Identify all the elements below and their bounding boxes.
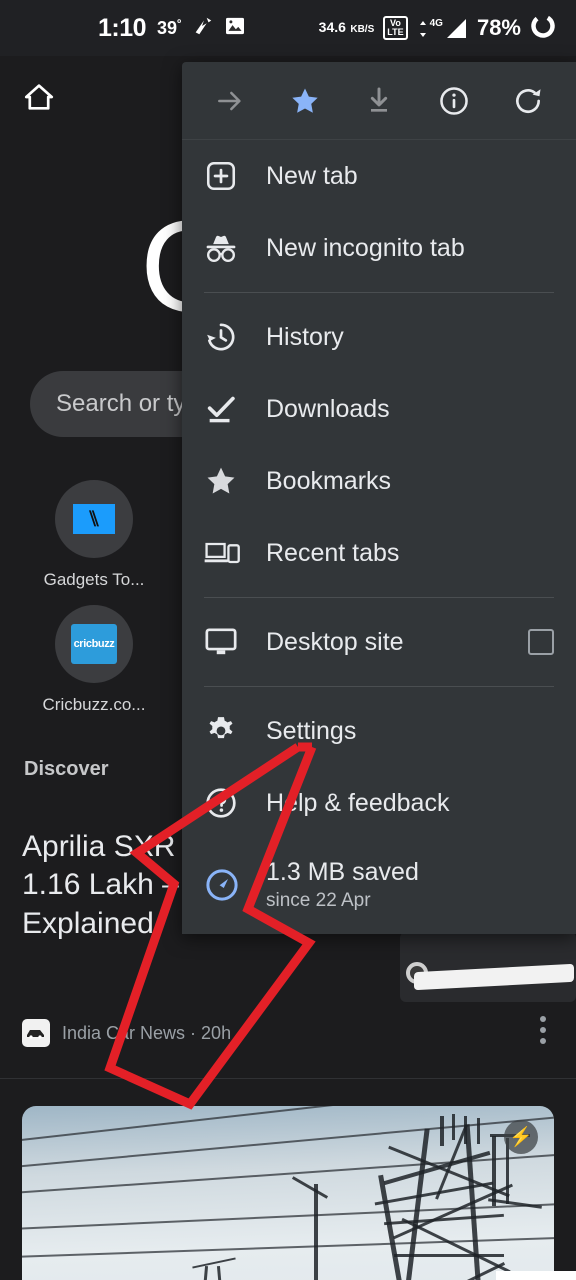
menu-item-label: Desktop site [266,627,404,656]
menu-item-new-incognito-tab[interactable]: New incognito tab [182,212,576,284]
help-circle-icon [204,786,256,820]
menu-item-label: History [266,322,344,351]
battery-ring-icon [530,13,556,44]
feed-divider [0,1078,576,1079]
status-bar: 1:10 39º 34.6 KB/S Vo LTE 4G 78% [0,0,576,56]
menu-divider [204,292,554,293]
feed-photo-card[interactable]: ⚡ [22,1106,554,1280]
status-bar-left: 1:10 39º [98,14,245,43]
menu-item-label: New tab [266,161,358,190]
menu-toolbar [182,62,576,140]
signal-icon: 4G [417,18,468,39]
kebab-dot [540,1016,546,1022]
phone-screen: 1:10 39º 34.6 KB/S Vo LTE 4G 78% Search … [0,0,576,1280]
discover-heading: Discover [24,758,109,780]
thumbnail-detail [414,963,574,991]
menu-item-label: New incognito tab [266,233,465,262]
gallery-icon [225,17,245,40]
data-saver-amount: 1.3 MB saved [266,858,419,886]
incognito-icon [204,233,256,263]
desktop-site-checkbox[interactable] [528,629,554,655]
article-source-row: India Car News · 20h [22,1019,231,1047]
forward-arrow-icon[interactable] [204,75,256,127]
download-icon[interactable] [353,75,405,127]
cricbuzz-favicon: cricbuzz [71,624,117,664]
search-placeholder-text: Search or typ [56,390,199,417]
shortcut-cricbuzz[interactable]: cricbuzz Cricbuzz.co... [14,605,174,715]
speed-meter-icon [192,15,214,42]
menu-item-label: Bookmarks [266,466,392,495]
menu-item-label: Downloads [266,394,390,423]
battery-percent: 78% [476,15,521,40]
kebab-dot [540,1027,546,1033]
shortcut-label: Cricbuzz.co... [42,695,146,714]
article-source-text: India Car News · 20h [62,1022,232,1043]
gear-icon [204,714,256,748]
article-favicon [22,1019,50,1047]
menu-item-recent-tabs[interactable]: Recent tabs [182,517,576,589]
history-icon [204,320,256,354]
network-speed-indicator: 34.6 KB/S [318,19,375,35]
shortcut-gadgets[interactable]: ⑊ Gadgets To... [14,480,174,590]
menu-item-new-tab[interactable]: New tab [182,140,576,212]
chrome-overflow-menu: New tab New incognito tab History Downlo… [182,62,576,934]
clock: 1:10 [98,13,147,42]
shortcut-icon-circle: ⑊ [55,480,133,558]
downloads-check-icon [204,392,256,426]
data-saver-speedometer-icon [204,867,256,903]
reload-icon[interactable] [502,75,554,127]
info-icon[interactable] [428,75,480,127]
data-saver-text-stack: 1.3 MB saved since 22 Apr [256,858,419,912]
kebab-dot [540,1038,546,1044]
temperature-indicator: 39º [157,17,182,38]
white-overlay-box [496,1271,576,1280]
recent-tabs-icon [204,539,256,567]
shortcut-label: Gadgets To... [43,570,145,589]
volte-icon: Vo LTE [383,16,408,40]
desktop-monitor-icon [204,626,256,658]
menu-divider [204,597,554,598]
menu-divider [204,686,554,687]
menu-item-help-feedback[interactable]: Help & feedback [182,767,576,839]
menu-item-settings[interactable]: Settings [182,695,576,767]
new-tab-icon [204,159,256,193]
menu-item-label: Recent tabs [266,538,400,567]
home-icon[interactable] [22,80,56,119]
menu-item-data-saver[interactable]: 1.3 MB saved since 22 Apr [182,839,576,931]
menu-item-bookmarks[interactable]: Bookmarks [182,445,576,517]
amp-lightning-icon: ⚡ [504,1120,538,1154]
menu-item-downloads[interactable]: Downloads [182,373,576,445]
menu-item-desktop-site[interactable]: Desktop site [182,606,576,678]
status-bar-right: 34.6 KB/S Vo LTE 4G 78% [319,13,556,44]
star-filled-icon [204,464,256,498]
star-icon[interactable] [279,75,331,127]
menu-item-label: Settings [266,716,357,745]
gadgets-favicon: ⑊ [73,504,115,534]
data-saver-since: since 22 Apr [266,890,371,911]
menu-item-label: Help & feedback [266,788,450,817]
shortcut-icon-circle: cricbuzz [55,605,133,683]
kebab-menu-icon[interactable] [540,1016,546,1049]
article-thumbnail-partial [400,932,576,1002]
menu-item-history[interactable]: History [182,301,576,373]
